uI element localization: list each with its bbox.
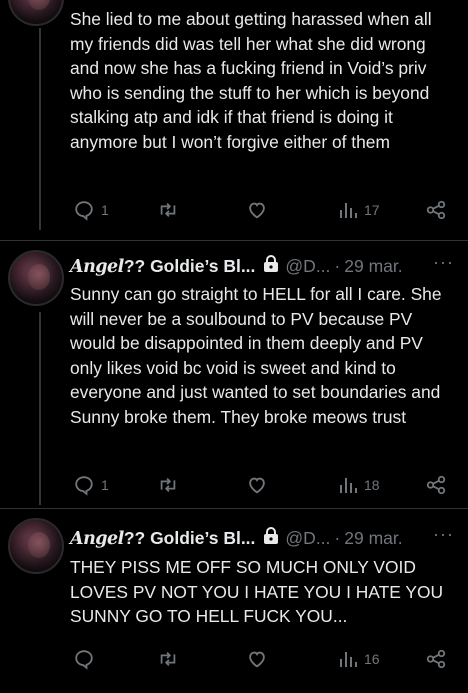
tweet-date[interactable]: 29 mar. — [344, 256, 402, 277]
share-icon — [426, 649, 446, 669]
reply-icon — [75, 476, 93, 496]
separator-dot: · — [334, 255, 341, 276]
more-options-button[interactable]: ··· — [433, 524, 454, 545]
tweet-3[interactable]: Angel?? Goldie’s Bl... @D... · 29 mar. ·… — [0, 510, 468, 693]
heart-icon — [249, 202, 265, 219]
handle[interactable]: @D... — [285, 528, 330, 549]
display-name-script: Angel — [70, 256, 124, 277]
tweet-header: Angel?? Goldie’s Bl... @D... · 29 mar. ·… — [70, 524, 460, 552]
heart-icon — [249, 651, 265, 668]
more-options-button[interactable]: ··· — [433, 252, 454, 273]
retweet-icon — [160, 477, 176, 493]
tweet-text: Sunny can go straight to HELL for all I … — [70, 284, 442, 427]
tweet-actions: 1 17 — [0, 199, 468, 225]
tweet-2[interactable]: Angel?? Goldie’s Bl... @D... · 29 mar. ·… — [0, 242, 468, 505]
display-name[interactable]: Angel?? Goldie’s Bl... — [70, 528, 255, 549]
tweet-header: Angel?? Goldie’s Bl... @D... · 29 mar. ·… — [70, 252, 460, 280]
reply-count: 1 — [101, 202, 109, 218]
views-button[interactable]: 18 — [338, 474, 380, 496]
reply-button[interactable] — [73, 648, 95, 670]
display-name-rest: ?? Goldie’s Bl... — [123, 527, 256, 548]
display-name-script: Angel — [70, 528, 124, 549]
handle[interactable]: @D... — [285, 256, 330, 277]
like-button[interactable] — [246, 648, 268, 670]
views-count: 17 — [364, 202, 380, 218]
retweet-icon — [160, 202, 176, 218]
lock-icon — [263, 526, 279, 550]
reply-button[interactable]: 1 — [73, 199, 109, 221]
share-button[interactable] — [425, 648, 447, 670]
display-name-rest: ?? Goldie’s Bl... — [123, 255, 256, 276]
lock-icon — [263, 254, 279, 278]
tweet-text: She lied to me about getting harassed wh… — [70, 9, 432, 152]
retweet-button[interactable] — [157, 199, 179, 221]
reply-button[interactable]: 1 — [73, 474, 109, 496]
views-count: 16 — [364, 651, 380, 667]
tweet-date[interactable]: 29 mar. — [344, 528, 402, 549]
views-icon — [340, 652, 357, 667]
reply-icon — [75, 201, 93, 221]
like-button[interactable] — [246, 199, 268, 221]
views-icon — [340, 203, 357, 218]
divider — [0, 508, 468, 509]
reply-count: 1 — [101, 477, 109, 493]
heart-icon — [249, 477, 265, 494]
share-icon — [426, 475, 446, 495]
tweet-text: THEY PISS ME OFF SO MUCH ONLY VOID LOVES… — [70, 557, 444, 627]
separator-dot: · — [334, 527, 341, 548]
avatar-glow — [10, 520, 62, 572]
tweet-actions: 16 — [0, 648, 468, 674]
retweet-button[interactable] — [157, 648, 179, 670]
display-name[interactable]: Angel?? Goldie’s Bl... — [70, 256, 255, 277]
views-button[interactable]: 17 — [338, 199, 380, 221]
like-button[interactable] — [246, 474, 268, 496]
views-count: 18 — [364, 477, 380, 493]
avatar-glow — [10, 252, 62, 304]
divider — [0, 240, 468, 241]
views-icon — [340, 478, 357, 493]
retweet-icon — [160, 651, 176, 667]
reply-icon — [75, 650, 93, 670]
retweet-button[interactable] — [157, 474, 179, 496]
views-button[interactable]: 16 — [338, 648, 380, 670]
tweet-1[interactable]: She lied to me about getting harassed wh… — [0, 0, 468, 240]
tweet-actions: 1 18 — [0, 474, 468, 500]
avatar[interactable] — [8, 250, 64, 306]
avatar[interactable] — [8, 518, 64, 574]
share-button[interactable] — [425, 199, 447, 221]
share-button[interactable] — [425, 474, 447, 496]
share-icon — [426, 200, 446, 220]
